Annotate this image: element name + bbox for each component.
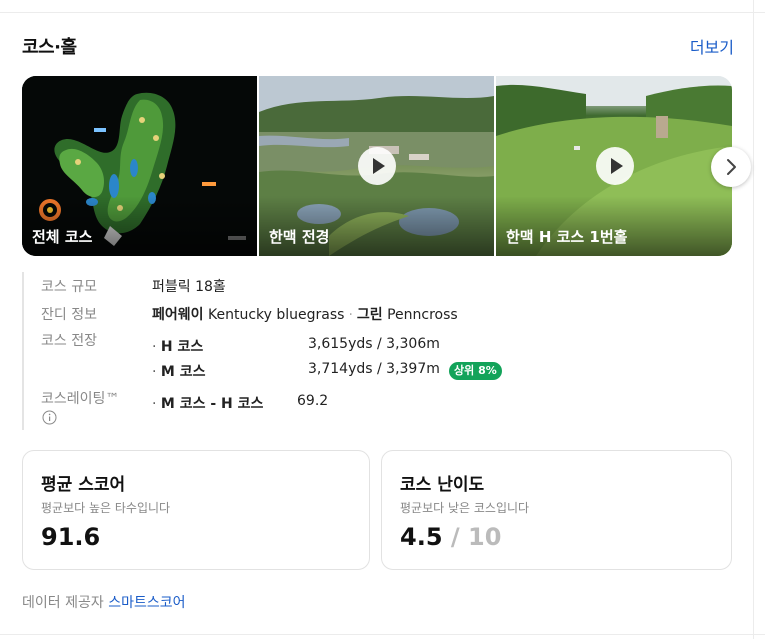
rank-badge: 상위 8% [449, 362, 502, 380]
separator-dot: · [348, 307, 353, 323]
gallery-item-full-course[interactable]: 전체 코스 [22, 76, 257, 256]
gallery-item-h-course-hole1[interactable]: 한맥 H 코스 1번홀 [496, 76, 732, 256]
carousel-next-button[interactable] [711, 147, 751, 187]
chevron-right-icon [727, 159, 736, 175]
bullet: · [152, 364, 157, 380]
top-divider [0, 12, 765, 13]
difficulty-subtitle: 평균보다 낮은 코스입니다 [400, 501, 530, 515]
fairway-value: Kentucky bluegrass [207, 307, 345, 323]
course-scale-value: 퍼블릭 18홀 [152, 279, 226, 295]
rating-value: 69.2 [297, 393, 329, 409]
green-name: 그린 [356, 307, 383, 323]
length-row-m: · M 코스 [152, 361, 205, 381]
length-course-value: 3,615yds / 3,306m [308, 336, 440, 352]
play-icon[interactable] [358, 147, 396, 185]
more-link[interactable]: 더보기 [690, 34, 734, 58]
section-title: 코스·홀 [22, 37, 77, 58]
difficulty-value: 4.5 [400, 523, 443, 551]
play-icon[interactable] [596, 147, 634, 185]
course-length-label: 코스 전장 [41, 333, 97, 349]
gallery-item-label: 한맥 H 코스 1번홀 [506, 228, 628, 246]
difficulty-value-wrap: 4.5 / 10 [400, 523, 501, 551]
bullet: · [152, 339, 157, 355]
fairway-name: 페어웨이 [152, 307, 204, 323]
gallery-item-panorama[interactable]: 한맥 전경 [259, 76, 494, 256]
data-provider-prefix: 데이터 제공자 [22, 595, 104, 611]
course-info-list: 코스 규모 퍼블릭 18홀 잔디 정보 페어웨이 Kentucky bluegr… [22, 272, 724, 430]
turf-value: 페어웨이 Kentucky bluegrass · 그린 Penncross [152, 304, 458, 324]
gallery-item-label: 한맥 전경 [269, 228, 330, 246]
length-row-h: · H 코스 [152, 336, 203, 356]
length-course-value: 3,714yds / 3,397m [308, 361, 440, 377]
rating-course-name: M 코스 - H 코스 [160, 396, 264, 412]
section-header: 코스·홀 더보기 [22, 33, 734, 59]
info-icon[interactable] [42, 410, 57, 425]
difficulty-max: / 10 [450, 523, 502, 551]
rating-row: · M 코스 - H 코스 [152, 393, 263, 413]
turf-label: 잔디 정보 [41, 307, 97, 323]
bottom-divider [0, 634, 765, 635]
gallery-item-label: 전체 코스 [32, 228, 93, 246]
avg-score-subtitle: 평균보다 높은 타수입니다 [41, 501, 171, 515]
course-image-carousel: 전체 코스 한맥 전경 한맥 H 코스 1번홀 [22, 76, 732, 256]
bullet: · [152, 396, 157, 412]
avg-score-value: 91.6 [41, 523, 101, 551]
data-provider: 데이터 제공자 스마트스코어 [22, 592, 185, 612]
difficulty-card: 코스 난이도 평균보다 낮은 코스입니다 4.5 / 10 [381, 450, 732, 570]
length-course-name: H 코스 [160, 339, 204, 355]
course-scale-label: 코스 규모 [41, 279, 97, 295]
avg-score-card: 평균 스코어 평균보다 높은 타수입니다 91.6 [22, 450, 370, 570]
length-course-name: M 코스 [160, 364, 206, 380]
data-provider-link[interactable]: 스마트스코어 [108, 595, 185, 611]
right-divider [753, 0, 754, 639]
difficulty-title: 코스 난이도 [400, 475, 485, 495]
course-rating-label: 코스레이팅™ [41, 391, 120, 407]
avg-score-title: 평균 스코어 [41, 475, 126, 495]
green-value: Penncross [387, 307, 458, 323]
